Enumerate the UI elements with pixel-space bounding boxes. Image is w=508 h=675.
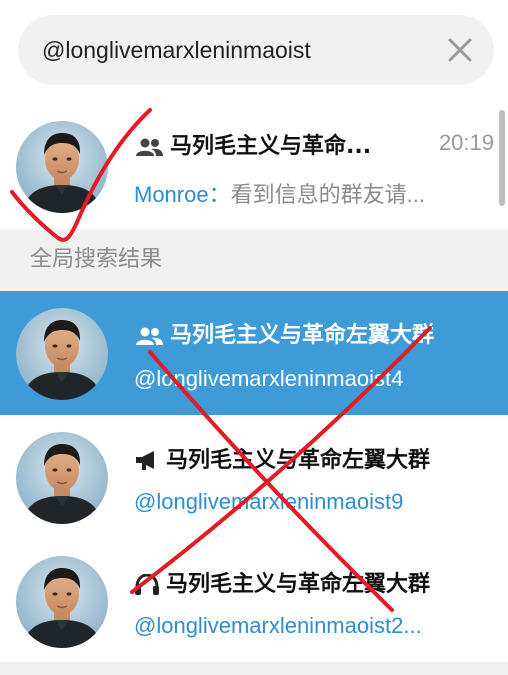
result-title: 马列毛主义与革命左翼大群: [134, 442, 430, 474]
chat-time: 20:19: [438, 130, 494, 155]
section-title: 全局搜索结果: [30, 247, 163, 272]
headset-icon: [135, 574, 159, 595]
search-input[interactable]: @longlivemarxleninmaoist: [42, 15, 311, 85]
avatar: [16, 308, 108, 400]
result-handle: @longlivemarxleninmaoist9: [134, 489, 404, 514]
search-result-item[interactable]: 马列毛主义与革命左翼大群 @longlivemarxleninmaoist4: [0, 291, 508, 415]
recent-chat-item[interactable]: 马列毛主义与革命... 20:19 Monroe：看到信息的群友请...: [0, 100, 508, 229]
close-icon[interactable]: [446, 36, 474, 64]
result-handle: @longlivemarxleninmaoist2...: [134, 613, 422, 638]
avatar: [16, 556, 108, 648]
scrollbar[interactable]: [499, 110, 505, 206]
list-footer: [0, 662, 508, 675]
avatar: [16, 121, 108, 213]
chat-title: 马列毛主义与革命...: [134, 128, 371, 160]
search-result-item[interactable]: 马列毛主义与革命左翼大群 @longlivemarxleninmaoist9: [0, 415, 508, 539]
avatar: [16, 432, 108, 524]
megaphone-icon: [136, 451, 154, 470]
result-title: 马列毛主义与革命左翼大群: [134, 566, 430, 598]
group-icon: [136, 138, 163, 156]
search-result-item[interactable]: 马列毛主义与革命左翼大群 @longlivemarxleninmaoist2..…: [0, 539, 508, 662]
chat-preview: Monroe：看到信息的群友请...: [134, 182, 425, 207]
result-title: 马列毛主义与革命左翼大群: [134, 317, 434, 349]
result-handle: @longlivemarxleninmaoist4: [134, 366, 404, 391]
group-icon: [136, 327, 163, 345]
section-header: 全局搜索结果: [0, 229, 508, 291]
search-bar[interactable]: @longlivemarxleninmaoist: [18, 15, 494, 85]
